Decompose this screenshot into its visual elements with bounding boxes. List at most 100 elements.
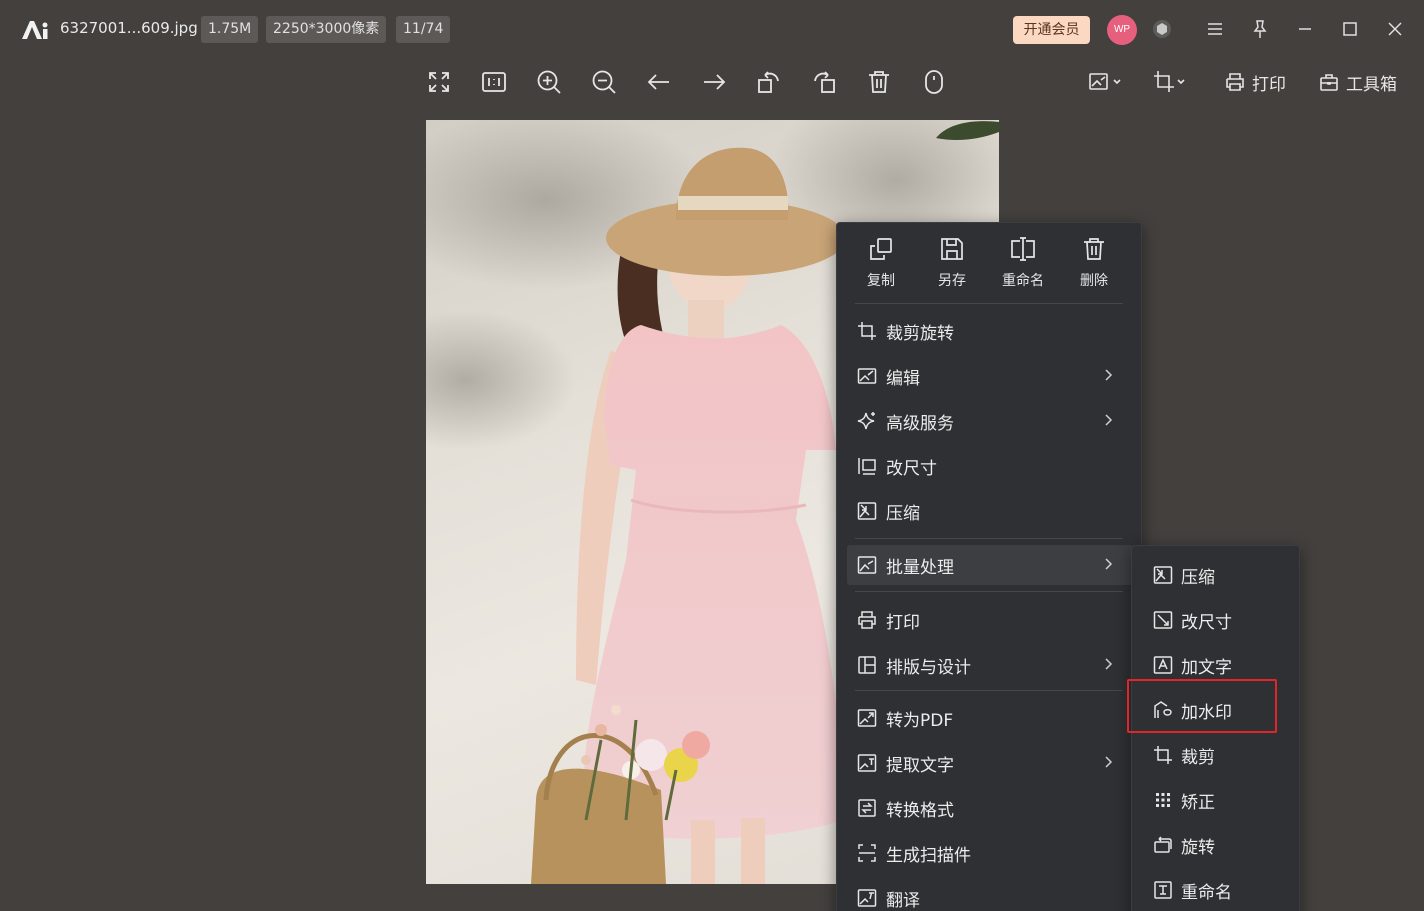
- rename-icon: [1011, 237, 1035, 261]
- menu-item-label: 压缩: [886, 503, 920, 524]
- chevron-right-icon: [1101, 368, 1115, 382]
- skin-icon[interactable]: [1151, 18, 1173, 40]
- rotate-left-icon[interactable]: [755, 68, 783, 96]
- submenu-item-label: 旋转: [1181, 837, 1215, 858]
- crop-icon: [1153, 745, 1173, 765]
- menu-item-crop-rotate[interactable]: 裁剪旋转: [847, 311, 1133, 351]
- vip-button[interactable]: 开通会员: [1013, 16, 1090, 44]
- quick-save-as-button[interactable]: 另存: [922, 235, 982, 290]
- sparkle-icon: [857, 411, 877, 431]
- menu-item-print[interactable]: 打印: [847, 600, 1133, 640]
- toolbox-icon: [1320, 74, 1338, 91]
- menu-item-resize[interactable]: 改尺寸: [847, 446, 1133, 486]
- menu-item-label: 提取文字: [886, 755, 954, 776]
- next-arrow-icon[interactable]: [700, 68, 728, 96]
- menu-divider: [855, 591, 1123, 592]
- correct-icon: [1153, 790, 1173, 810]
- rotate-right-icon[interactable]: [810, 68, 838, 96]
- submenu-item-label: 矫正: [1181, 792, 1215, 813]
- submenu-item-label: 改尺寸: [1181, 612, 1232, 633]
- menu-item-batch-processing[interactable]: 批量处理: [847, 545, 1133, 585]
- rotate-icon: [1153, 835, 1173, 855]
- menu-divider: [855, 303, 1123, 304]
- fullscreen-icon[interactable]: [425, 68, 453, 96]
- quick-action-label: 另存: [938, 273, 966, 289]
- quick-rename-button[interactable]: 重命名: [993, 235, 1053, 290]
- menu-item-advanced-services[interactable]: 高级服务: [847, 401, 1133, 441]
- previous-arrow-icon[interactable]: [645, 68, 673, 96]
- image-position-badge: 11/74: [396, 16, 451, 43]
- menu-item-label: 排版与设计: [886, 657, 971, 678]
- menu-item-convert-format[interactable]: 转换格式: [847, 788, 1133, 828]
- menu-item-edit[interactable]: 编辑: [847, 356, 1133, 396]
- app-logo-icon: [20, 17, 50, 41]
- compress-icon: [1153, 565, 1173, 585]
- minimize-icon[interactable]: [1294, 18, 1316, 40]
- submenu-item-crop[interactable]: 裁剪: [1136, 735, 1296, 775]
- print-button[interactable]: 打印: [1224, 68, 1286, 96]
- menu-item-label: 转换格式: [886, 800, 954, 821]
- menu-item-layout-design[interactable]: 排版与设计: [847, 645, 1133, 685]
- chevron-right-icon: [1101, 557, 1115, 571]
- menu-item-label: 高级服务: [886, 413, 954, 434]
- menu-icon[interactable]: [1204, 18, 1226, 40]
- crop-dropdown-icon[interactable]: [1152, 68, 1188, 96]
- file-size-badge: 1.75M: [201, 16, 259, 43]
- menu-item-compress[interactable]: 压缩: [847, 491, 1133, 531]
- image-edit-dropdown-icon[interactable]: [1088, 68, 1124, 96]
- zoom-in-icon[interactable]: [535, 68, 563, 96]
- chevron-right-icon: [1101, 657, 1115, 671]
- edit-image-icon: [857, 366, 877, 386]
- menu-item-label: 编辑: [886, 368, 920, 389]
- scan-icon: [857, 843, 877, 863]
- convert-format-icon: [857, 798, 877, 818]
- rename-icon: [1153, 880, 1173, 900]
- print-icon: [1226, 73, 1244, 91]
- menu-divider: [855, 538, 1123, 539]
- menu-item-label: 翻译: [886, 890, 920, 911]
- menu-item-label: 批量处理: [886, 557, 954, 578]
- copy-icon: [870, 238, 892, 260]
- close-icon[interactable]: [1384, 18, 1406, 40]
- add-text-icon: [1153, 655, 1173, 675]
- save-as-icon: [941, 238, 963, 260]
- submenu-item-label: 重命名: [1181, 882, 1232, 903]
- menu-item-extract-text[interactable]: 提取文字: [847, 743, 1133, 783]
- title-bar: 6327001...609.jpg 1.75M 2250*3000像素 11/7…: [0, 0, 1424, 58]
- menu-divider: [855, 690, 1123, 691]
- quick-action-label: 删除: [1080, 273, 1108, 289]
- extract-text-icon: [857, 753, 877, 773]
- quick-copy-button[interactable]: 复制: [851, 235, 911, 290]
- submenu-item-label: 加文字: [1181, 657, 1232, 678]
- submenu-item-label: 压缩: [1181, 567, 1215, 588]
- menu-item-generate-scan[interactable]: 生成扫描件: [847, 833, 1133, 873]
- print-label: 打印: [1252, 74, 1286, 95]
- avatar[interactable]: WP: [1107, 15, 1137, 45]
- delete-icon: [1084, 238, 1104, 260]
- submenu-item-resize[interactable]: 改尺寸: [1136, 600, 1296, 640]
- menu-item-to-pdf[interactable]: 转为PDF: [847, 698, 1133, 738]
- menu-item-label: 裁剪旋转: [886, 323, 954, 344]
- batch-icon: [857, 555, 877, 575]
- mouse-mode-icon[interactable]: [920, 68, 948, 96]
- toolbox-button[interactable]: 工具箱: [1318, 68, 1397, 96]
- actual-size-icon[interactable]: [480, 68, 508, 96]
- menu-item-translate[interactable]: 翻译: [847, 878, 1133, 911]
- submenu-item-compress[interactable]: 压缩: [1136, 555, 1296, 595]
- maximize-icon[interactable]: [1339, 18, 1361, 40]
- submenu-item-correct[interactable]: 矫正: [1136, 780, 1296, 820]
- crop-rotate-icon: [857, 321, 877, 341]
- pin-icon[interactable]: [1249, 18, 1271, 40]
- delete-icon[interactable]: [865, 68, 893, 96]
- submenu-item-rename[interactable]: 重命名: [1136, 870, 1296, 910]
- dimensions-badge: 2250*3000像素: [266, 16, 387, 43]
- chevron-right-icon: [1101, 413, 1115, 427]
- translate-icon: [857, 888, 877, 908]
- menu-item-label: 打印: [886, 612, 920, 633]
- print-icon: [857, 610, 877, 630]
- quick-action-label: 重命名: [1002, 273, 1044, 289]
- submenu-item-rotate[interactable]: 旋转: [1136, 825, 1296, 865]
- resize-icon: [857, 456, 877, 476]
- zoom-out-icon[interactable]: [590, 68, 618, 96]
- quick-delete-button[interactable]: 删除: [1064, 235, 1124, 290]
